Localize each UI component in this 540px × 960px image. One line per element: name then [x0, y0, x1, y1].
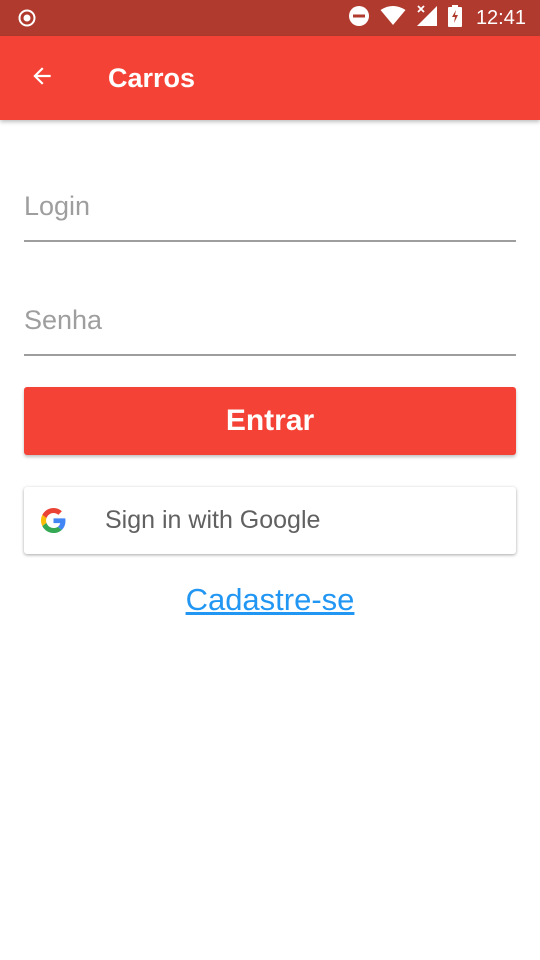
app-bar: Carros	[0, 36, 540, 120]
google-sign-in-label: Sign in with Google	[105, 506, 321, 534]
cadastre-link[interactable]: Cadastre-se	[0, 582, 540, 618]
page-title: Carros	[108, 63, 196, 93]
google-logo-icon	[41, 508, 66, 533]
arrow-back-icon	[29, 63, 55, 94]
back-button[interactable]	[22, 58, 62, 98]
login-input[interactable]	[24, 172, 516, 242]
status-bar: 12:41	[0, 0, 540, 36]
entrar-button[interactable]: Entrar	[24, 387, 516, 455]
status-icons: 12:41	[348, 0, 526, 36]
senha-input[interactable]	[24, 286, 516, 356]
wifi-icon	[380, 5, 406, 31]
status-time: 12:41	[475, 6, 526, 29]
signal-icon	[416, 4, 438, 32]
do-not-disturb-icon	[348, 5, 370, 32]
radio-icon	[18, 9, 36, 27]
google-sign-in-button[interactable]: Sign in with Google	[24, 487, 516, 554]
battery-charging-icon	[447, 4, 462, 32]
